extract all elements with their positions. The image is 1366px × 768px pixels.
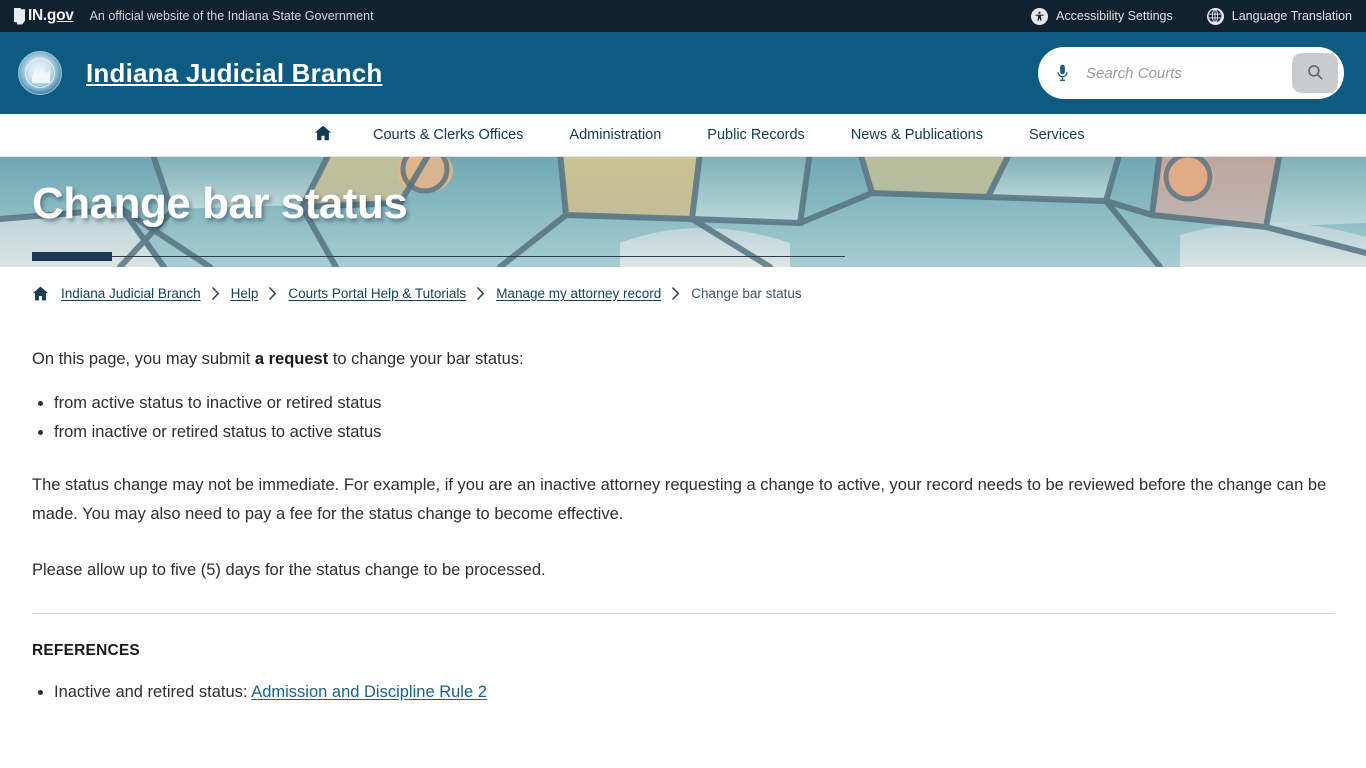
intro-text-before: On this page, you may submit (32, 350, 255, 368)
site-header: Indiana Judicial Branch (0, 32, 1366, 114)
accessibility-settings-link[interactable]: Accessibility Settings (1031, 7, 1173, 25)
microphone-icon[interactable] (1052, 64, 1072, 83)
status-change-timing-paragraph: The status change may not be immediate. … (32, 476, 1327, 523)
ingov-wordmark: IN.gov (28, 8, 74, 24)
indiana-state-outline-icon (14, 7, 25, 25)
breadcrumb-item-manage-my-attorney-record[interactable]: Manage my attorney record (496, 286, 661, 301)
breadcrumb-item-help[interactable]: Help (231, 286, 259, 301)
nav-item-news-publications[interactable]: News & Publications (828, 114, 1006, 156)
nav-item-services[interactable]: Services (1006, 114, 1108, 156)
references-heading: REFERENCES (32, 641, 140, 659)
primary-navigation: Courts & Clerks Offices Administration P… (0, 114, 1366, 157)
search-input[interactable] (1084, 63, 1292, 83)
breadcrumb: Indiana Judicial Branch Help Courts Port… (0, 267, 1366, 319)
nav-item-administration[interactable]: Administration (546, 114, 684, 156)
accessibility-settings-label: Accessibility Settings (1056, 9, 1173, 23)
hero-accent-rule (32, 252, 845, 261)
accessibility-icon (1031, 7, 1049, 25)
intro-paragraph: On this page, you may submit a request t… (32, 345, 1334, 373)
search-submit-button[interactable] (1292, 53, 1338, 93)
site-title[interactable]: Indiana Judicial Branch (86, 58, 382, 89)
ingov-wordmark-prefix: IN. (28, 7, 47, 25)
language-translation-link[interactable]: Language Translation (1206, 7, 1352, 25)
breadcrumb-chevron-icon (466, 286, 496, 300)
ingov-logo[interactable]: IN.gov (14, 7, 74, 25)
globe-icon (1206, 7, 1224, 25)
breadcrumb-home-icon[interactable] (32, 286, 49, 301)
hero-banner: Change bar status (0, 157, 1366, 267)
search-icon (1306, 63, 1324, 84)
reference-link-admission-discipline-rule-2[interactable]: Admission and Discipline Rule 2 (251, 683, 487, 701)
breadcrumb-chevron-icon (201, 286, 231, 300)
processing-time-paragraph: Please allow up to five (5) days for the… (32, 561, 546, 580)
breadcrumb-item-current: Change bar status (691, 285, 802, 301)
indiana-judicial-seal-icon[interactable] (18, 51, 62, 95)
breadcrumb-chevron-icon (661, 286, 691, 300)
breadcrumb-chevron-icon (258, 286, 288, 300)
language-translation-label: Language Translation (1231, 9, 1352, 23)
official-site-tagline: An official website of the Indiana State… (89, 9, 374, 23)
status-change-list: from active status to inactive or retire… (32, 389, 1334, 447)
ingov-wordmark-suffix: gov (46, 7, 74, 25)
breadcrumb-item-indiana-judicial-branch[interactable]: Indiana Judicial Branch (61, 286, 201, 301)
nav-item-courts-clerks-offices[interactable]: Courts & Clerks Offices (350, 114, 546, 156)
ingov-utility-bar: IN.gov An official website of the Indian… (0, 0, 1366, 32)
search-box (1038, 47, 1344, 99)
reference-prefix: Inactive and retired status: (54, 682, 252, 701)
breadcrumb-item-courts-portal-help-tutorials[interactable]: Courts Portal Help & Tutorials (288, 286, 466, 301)
list-item: from active status to inactive or retire… (54, 389, 1334, 418)
section-divider (32, 612, 1334, 614)
main-content: On this page, you may submit a request t… (0, 319, 1366, 707)
page-title: Change bar status (32, 179, 408, 228)
nav-item-home[interactable] (296, 114, 350, 156)
list-item: Inactive and retired status: Admission a… (54, 678, 1334, 707)
intro-bold-text: a request (254, 350, 329, 368)
nav-item-public-records[interactable]: Public Records (684, 114, 828, 156)
references-list: Inactive and retired status: Admission a… (32, 678, 1334, 707)
list-item: from inactive or retired status to activ… (54, 418, 1334, 447)
intro-text-after: to change your bar status: (328, 350, 524, 368)
home-icon (314, 125, 332, 145)
utility-bar-links: Accessibility Settings Language Translat… (1031, 7, 1352, 25)
